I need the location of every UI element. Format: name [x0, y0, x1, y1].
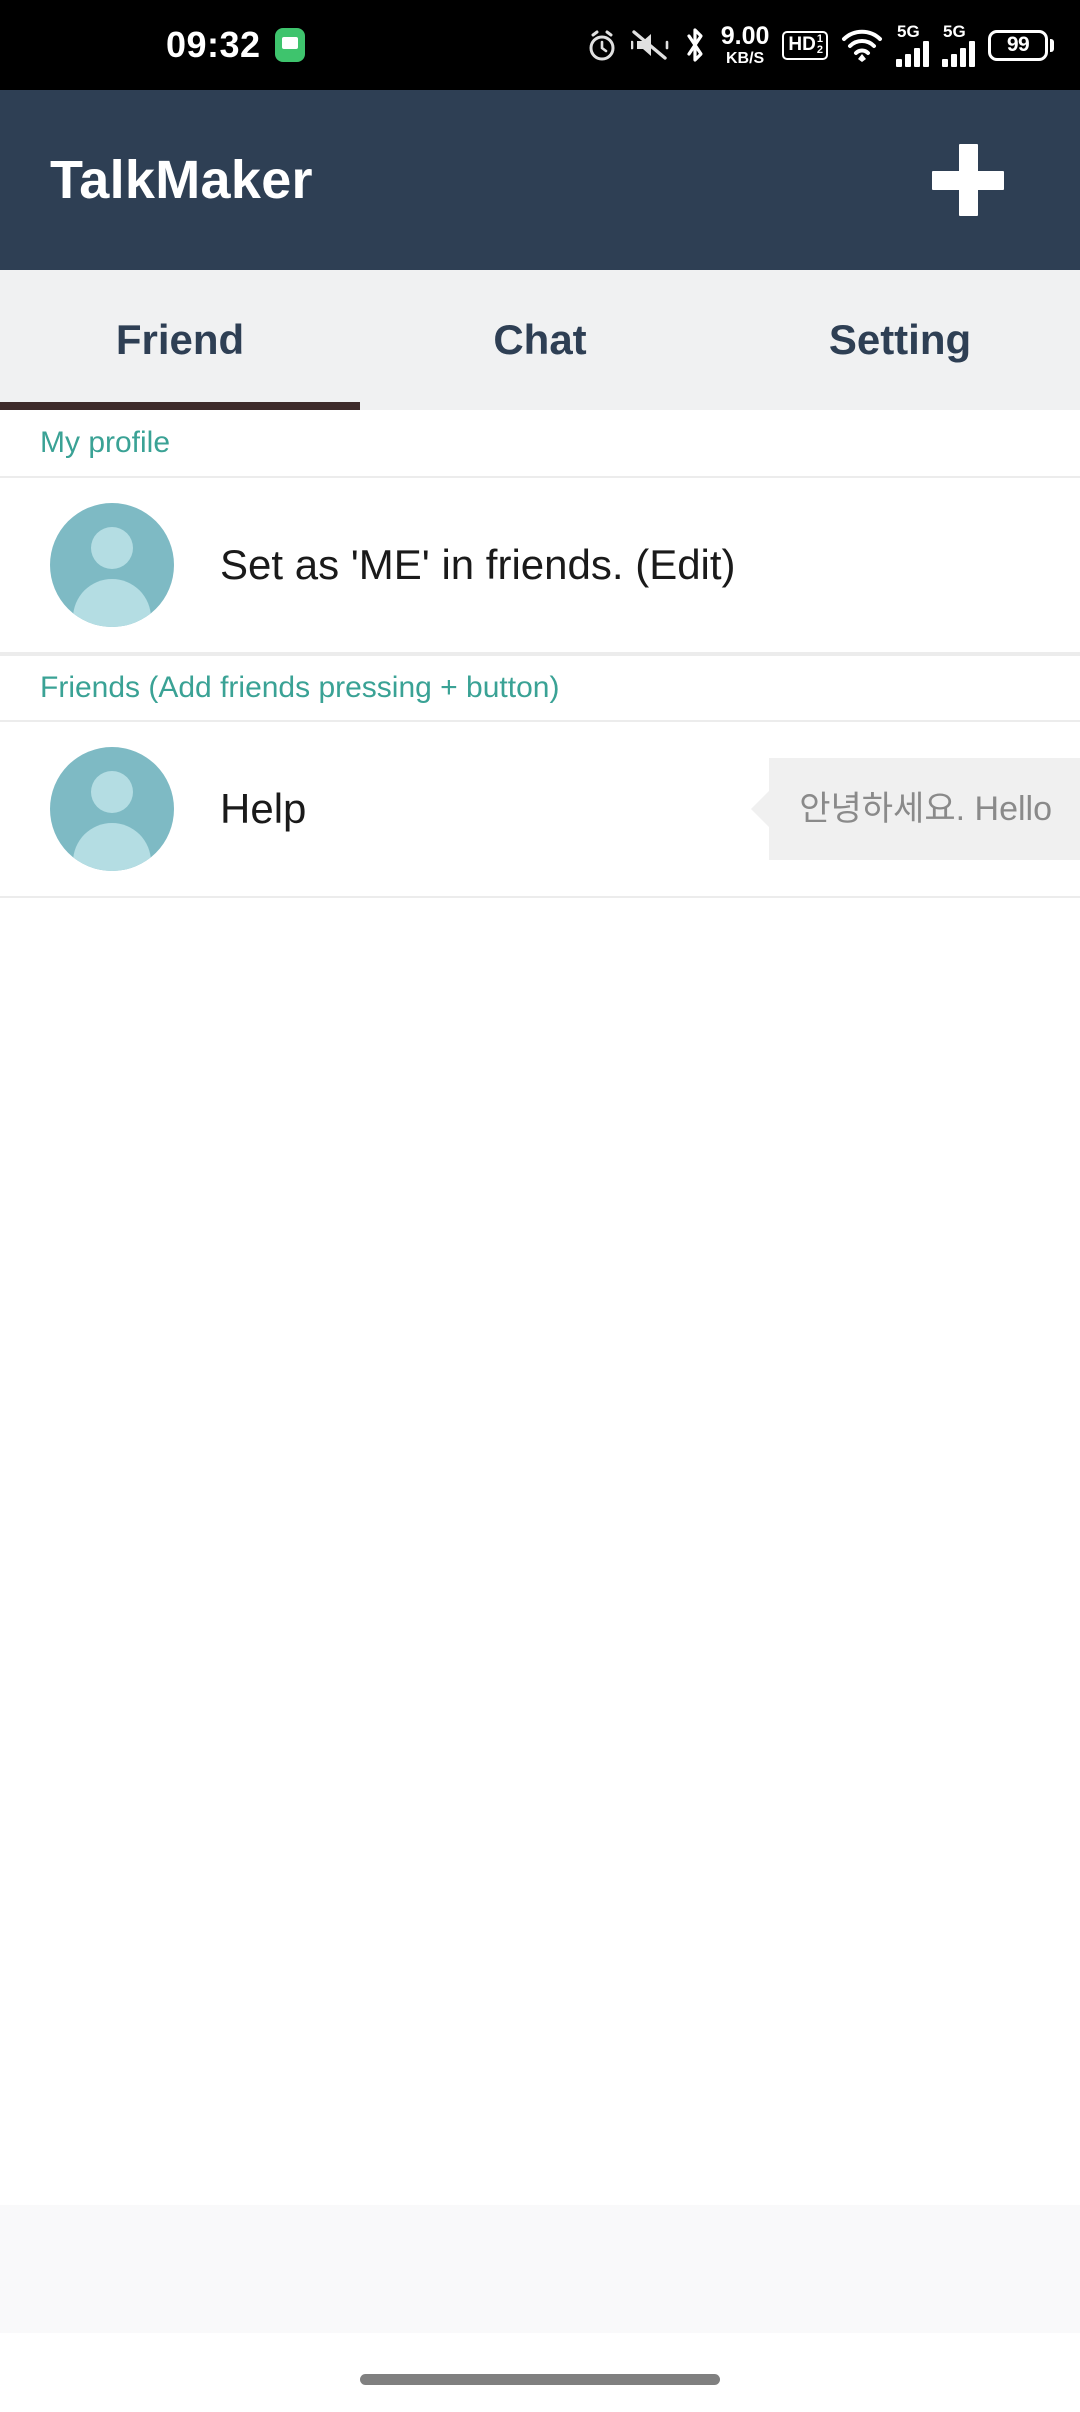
battery-icon: 99	[988, 29, 1054, 61]
avatar-head	[91, 527, 133, 569]
tab-chat-label: Chat	[493, 316, 587, 363]
phone-screen: 09:32 9.00 KB/S HD 1 2 5G 5G 99 TalkMake…	[0, 0, 1080, 2412]
mute-icon	[630, 29, 669, 61]
status-bar-clock: 09:32	[166, 24, 261, 65]
page-title: TalkMaker	[50, 150, 313, 210]
tab-setting-label: Setting	[828, 316, 972, 363]
hd-voice-icon: HD 1 2	[782, 30, 828, 60]
signal-bars-sim2	[942, 41, 975, 67]
network-speed-indicator: 9.00 KB/S	[720, 21, 770, 67]
app-bar: TalkMaker	[0, 90, 1080, 270]
signal-5g-sim1: 5G	[896, 23, 929, 67]
tab-bar: Friend Chat Setting	[0, 270, 1080, 410]
wifi-icon	[841, 28, 883, 62]
status-message-bubble: 안녕하세요. Hello	[769, 758, 1080, 860]
status-bar-right: 9.00 KB/S HD 1 2 5G 5G 99	[586, 0, 1054, 90]
list-item[interactable]: Help 안녕하세요. Hello	[0, 722, 1080, 898]
section-header-my-profile: My profile	[0, 410, 1080, 478]
alarm-icon	[586, 28, 618, 62]
tab-setting[interactable]: Setting	[720, 270, 1080, 410]
ad-placeholder-band	[0, 2205, 1080, 2333]
message-icon	[274, 28, 305, 62]
avatar	[50, 503, 174, 627]
section-header-label: My profile	[40, 426, 171, 459]
list-item-name: Set as 'ME' in friends. (Edit)	[220, 541, 736, 588]
tab-chat[interactable]: Chat	[360, 270, 720, 410]
home-gesture-pill[interactable]	[360, 2374, 720, 2385]
avatar-body	[73, 579, 151, 627]
status-bar: 09:32 9.00 KB/S HD 1 2 5G 5G 99	[0, 0, 1080, 90]
section-header-friends: Friends (Add friends pressing + button)	[0, 654, 1080, 722]
list-item-name: Help	[220, 785, 307, 832]
add-friend-button[interactable]	[918, 130, 1018, 230]
battery-level-label: 99	[988, 29, 1048, 61]
section-header-label: Friends (Add friends pressing + button)	[40, 671, 560, 704]
status-bar-left: 09:32	[0, 24, 305, 66]
friend-list: My profile Set as 'ME' in friends. (Edit…	[0, 410, 1080, 2412]
signal-5g-sim2: 5G	[942, 23, 975, 67]
battery-cap	[1050, 38, 1054, 52]
avatar	[50, 747, 174, 871]
system-navigation-bar	[0, 2333, 1080, 2412]
signal-bars-sim1	[896, 41, 929, 67]
avatar-body	[73, 823, 151, 871]
bluetooth-icon	[682, 26, 708, 64]
tab-friend-label: Friend	[115, 316, 245, 363]
list-item[interactable]: Set as 'ME' in friends. (Edit)	[0, 478, 1080, 654]
avatar-head	[91, 771, 133, 813]
tab-friend[interactable]: Friend	[0, 270, 360, 410]
